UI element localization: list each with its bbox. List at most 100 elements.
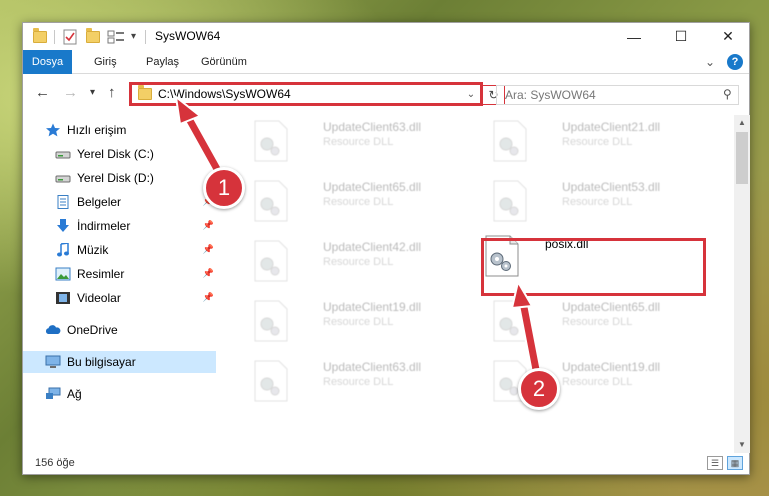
documents-icon (55, 195, 71, 209)
dll-file-icon (254, 120, 288, 162)
step-badge-1: 1 (203, 167, 245, 209)
properties-icon[interactable] (63, 28, 77, 45)
dll-file-icon (254, 180, 288, 222)
back-button[interactable]: ← (35, 84, 50, 101)
sidebar-item-label: Belgeler (77, 195, 122, 209)
tab-file[interactable]: Dosya (23, 50, 72, 74)
sidebar-item-quick-access[interactable]: Hızlı erişim (23, 119, 216, 141)
scroll-down-icon[interactable]: ▼ (734, 437, 750, 453)
file-item[interactable]: UpdateClient65.dll Resource DLL (492, 295, 722, 345)
ribbon-tabs: Dosya Giriş Paylaş Görünüm ⌄ ? (23, 50, 749, 74)
file-name: UpdateClient42.dll (323, 240, 422, 254)
customize-icon[interactable] (107, 28, 125, 45)
sidebar-item-label: OneDrive (67, 323, 118, 337)
file-name: UpdateClient63.dll (323, 120, 422, 134)
sidebar-item-label: Ağ (67, 387, 82, 401)
file-item[interactable]: UpdateClient19.dll Resource DLL (253, 295, 483, 345)
vertical-scrollbar[interactable]: ▲ ▼ (734, 115, 750, 453)
star-icon (45, 123, 61, 137)
tab-share[interactable]: Paylaş (146, 50, 179, 74)
file-type: Resource DLL (323, 316, 394, 328)
address-path[interactable]: C:\Windows\SysWOW64 (158, 87, 462, 101)
drive-icon (55, 171, 71, 185)
title-bar: ▾ SysWOW64 — ☐ ✕ (23, 23, 749, 50)
file-item[interactable]: UpdateClient65.dll Resource DLL (253, 175, 483, 225)
file-type: Resource DLL (562, 316, 633, 328)
file-item[interactable]: UpdateClient21.dll Resource DLL (492, 115, 722, 165)
file-name: UpdateClient63.dll (323, 360, 422, 374)
sidebar-item-local-disk-d[interactable]: Yerel Disk (D:) (23, 167, 216, 189)
minimize-button[interactable]: — (611, 23, 657, 50)
sidebar-item-videos[interactable]: Videolar 📌 (23, 287, 216, 309)
tab-home[interactable]: Giriş (94, 50, 117, 74)
sidebar-item-local-disk-c[interactable]: Yerel Disk (C:) (23, 143, 216, 165)
scroll-thumb[interactable] (736, 132, 748, 184)
file-name: UpdateClient65.dll (323, 180, 422, 194)
qa-dropdown-icon[interactable]: ▾ (131, 28, 136, 45)
file-item[interactable]: UpdateClient53.dll Resource DLL (492, 175, 722, 225)
onedrive-icon (45, 323, 61, 337)
status-bar: 156 öğe ☰ ▦ (23, 453, 749, 475)
pictures-icon (55, 267, 71, 281)
sidebar-item-onedrive[interactable]: OneDrive (23, 319, 216, 341)
sidebar-item-label: Müzik (77, 243, 109, 257)
qa-separator (54, 28, 55, 45)
file-type: Resource DLL (323, 256, 394, 268)
up-button[interactable]: ↑ (108, 84, 116, 101)
dll-file-icon (254, 240, 288, 282)
video-icon (55, 291, 71, 305)
pin-icon[interactable]: 📌 (203, 268, 214, 279)
computer-icon (45, 355, 61, 369)
help-icon[interactable]: ? (727, 54, 743, 70)
tiles-view-icon[interactable]: ▦ (727, 456, 743, 470)
sidebar-item-label: Yerel Disk (D:) (77, 171, 154, 185)
file-type: Resource DLL (562, 376, 633, 388)
maximize-button[interactable]: ☐ (658, 23, 704, 50)
sidebar-item-this-pc[interactable]: Bu bilgisayar (23, 351, 216, 373)
details-view-icon[interactable]: ☰ (707, 456, 723, 470)
navigation-pane: Hızlı erişim Yerel Disk (C:) Yerel Disk … (23, 115, 216, 445)
sidebar-item-label: Hızlı erişim (67, 123, 127, 137)
pin-icon[interactable]: 📌 (203, 220, 214, 231)
item-count: 156 öğe (35, 457, 75, 469)
file-name: UpdateClient19.dll (562, 360, 661, 374)
close-button[interactable]: ✕ (705, 23, 751, 50)
recent-locations-button[interactable]: ▾ (90, 87, 95, 98)
address-bar[interactable]: C:\Windows\SysWOW64 ⌄ (129, 82, 483, 106)
navigation-bar: ← → ▾ ↑ C:\Windows\SysWOW64 ⌄ ↻ Ara: Sys… (23, 75, 749, 113)
sidebar-item-label: Resimler (77, 267, 125, 281)
sidebar-item-label: İndirmeler (77, 219, 131, 233)
sidebar-item-pictures[interactable]: Resimler 📌 (23, 263, 216, 285)
sidebar-item-label: Yerel Disk (C:) (77, 147, 154, 161)
drive-icon (55, 147, 71, 161)
sidebar-item-music[interactable]: Müzik 📌 (23, 239, 216, 261)
search-icon[interactable]: ⚲ (723, 87, 732, 101)
file-item[interactable]: UpdateClient63.dll Resource DLL (253, 355, 483, 405)
new-folder-icon[interactable] (86, 27, 100, 45)
sidebar-item-documents[interactable]: Belgeler 📌 (23, 191, 216, 213)
sidebar-item-downloads[interactable]: İndirmeler 📌 (23, 215, 216, 237)
ribbon-expand-icon[interactable]: ⌄ (705, 55, 715, 69)
folder-icon (33, 27, 47, 45)
pin-icon[interactable]: 📌 (203, 292, 214, 303)
file-item[interactable]: UpdateClient63.dll Resource DLL (253, 115, 483, 165)
file-name: UpdateClient19.dll (323, 300, 422, 314)
file-name: UpdateClient65.dll (562, 300, 661, 314)
address-folder-icon (138, 85, 152, 100)
tab-view[interactable]: Görünüm (201, 50, 247, 74)
dll-file-icon (254, 360, 288, 402)
sidebar-item-network[interactable]: Ağ (23, 383, 216, 405)
dll-file-icon (254, 300, 288, 342)
address-dropdown-icon[interactable]: ⌄ (462, 89, 480, 100)
sidebar-item-label: Bu bilgisayar (67, 355, 136, 369)
pin-icon[interactable]: 📌 (203, 244, 214, 255)
forward-button[interactable]: → (63, 84, 78, 101)
dll-file-icon (493, 180, 527, 222)
file-item[interactable]: UpdateClient42.dll Resource DLL (253, 235, 483, 285)
window-title: SysWOW64 (155, 29, 221, 43)
file-type: Resource DLL (323, 376, 394, 388)
dll-file-icon (493, 300, 527, 342)
file-type: Resource DLL (562, 196, 633, 208)
scroll-up-icon[interactable]: ▲ (734, 115, 750, 131)
search-input[interactable]: Ara: SysWOW64 ⚲ (496, 85, 739, 105)
